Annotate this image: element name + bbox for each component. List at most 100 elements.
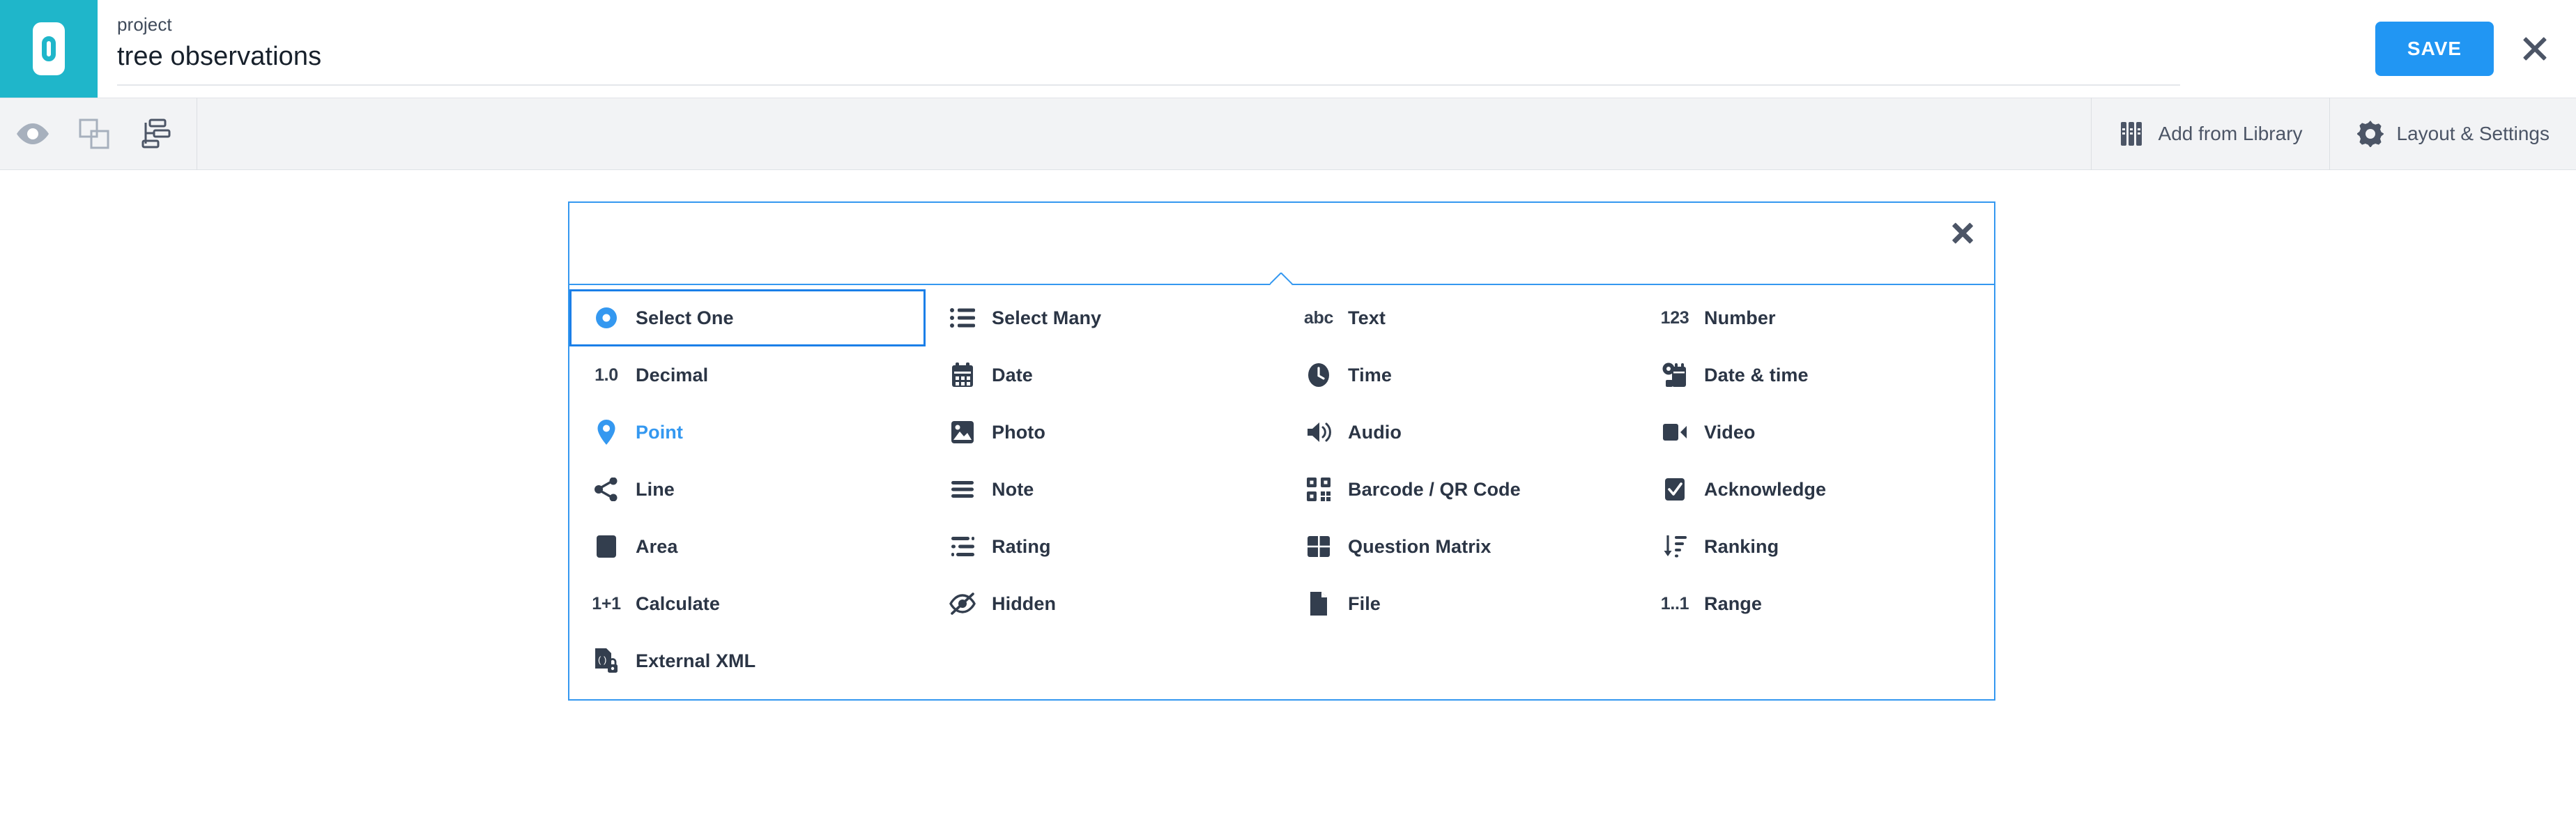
- qr-code-icon: [1305, 475, 1333, 503]
- question-type-option[interactable]: Date & time: [1638, 346, 1994, 404]
- question-type-label: Text: [1348, 307, 1386, 328]
- question-type-option[interactable]: Note: [926, 461, 1282, 518]
- question-type-option[interactable]: Question Matrix: [1282, 518, 1638, 575]
- question-type-label: Rating: [992, 535, 1051, 557]
- question-type-option[interactable]: Barcode / QR Code: [1282, 461, 1638, 518]
- question-type-option[interactable]: Rating: [926, 518, 1282, 575]
- checklist-icon: [949, 304, 976, 332]
- add-from-library-label: Add from Library: [2158, 123, 2303, 144]
- question-type-option[interactable]: 1+1 Calculate: [569, 575, 926, 632]
- mobile-device-icon-inner: [42, 36, 56, 61]
- panel-header: [568, 201, 1995, 285]
- layout-and-settings-label: Layout & Settings: [2396, 123, 2550, 144]
- question-type-option[interactable]: Select Many: [926, 289, 1282, 346]
- calculate-icon: 1+1: [592, 593, 621, 613]
- checkbox-check-icon: [1661, 475, 1689, 503]
- question-type-grid: Select One Select Many abc Text 123 Number 1.0…: [569, 289, 1994, 689]
- question-type-option[interactable]: Line: [569, 461, 926, 518]
- question-type-option[interactable]: Video: [1638, 404, 1994, 461]
- gear-icon: [2356, 120, 2384, 148]
- question-type-label: Ranking: [1704, 535, 1779, 557]
- question-type-option[interactable]: Select One: [569, 289, 926, 346]
- question-type-option[interactable]: Photo: [926, 404, 1282, 461]
- close-icon[interactable]: [2519, 33, 2551, 65]
- question-type-label: Hidden: [992, 593, 1057, 614]
- radio-button-icon: [592, 304, 620, 332]
- audio-speaker-icon: [1305, 418, 1333, 446]
- app-header: project tree observations SAVE: [0, 0, 2576, 98]
- flow-logic-icon[interactable]: [134, 112, 177, 155]
- question-type-option[interactable]: Audio: [1282, 404, 1638, 461]
- decimal-icon: 1.0: [595, 365, 618, 385]
- question-type-label: File: [1348, 593, 1381, 614]
- question-type-option[interactable]: 1.0 Decimal: [569, 346, 926, 404]
- toolbar-right-group: Add from Library Layout & Settings: [2090, 98, 2576, 170]
- note-lines-icon: [949, 475, 976, 503]
- question-type-option[interactable]: Ranking: [1638, 518, 1994, 575]
- preview-icon[interactable]: [11, 112, 54, 155]
- question-type-option[interactable]: Date: [926, 346, 1282, 404]
- question-type-label: Area: [636, 535, 678, 557]
- question-type-panel: Select One Select Many abc Text 123 Number 1.0…: [568, 201, 1995, 701]
- question-type-label: Select One: [636, 307, 734, 328]
- question-type-option[interactable]: 1..1 Range: [1638, 575, 1994, 632]
- question-type-option[interactable]: Hidden: [926, 575, 1282, 632]
- clock-icon: [1305, 361, 1333, 389]
- toolbar-left-group: [0, 98, 197, 170]
- date-time-icon: [1661, 361, 1689, 389]
- question-type-label: Date & time: [1704, 364, 1809, 385]
- calendar-icon: [949, 361, 976, 389]
- external-xml-icon: ( ): [592, 647, 620, 675]
- title-underline: [117, 84, 2180, 86]
- svg-text:( ): ( ): [598, 655, 606, 665]
- close-icon[interactable]: [1949, 220, 1976, 246]
- question-type-option[interactable]: 123 Number: [1638, 289, 1994, 346]
- question-type-label: Video: [1704, 421, 1756, 443]
- question-type-label: Point: [636, 421, 683, 443]
- question-type-option[interactable]: ( ) External XML: [569, 632, 926, 689]
- question-type-label: Decimal: [636, 364, 709, 385]
- mobile-device-icon: [33, 22, 65, 75]
- question-type-option[interactable]: File: [1282, 575, 1638, 632]
- question-type-option[interactable]: Area: [569, 518, 926, 575]
- question-type-option[interactable]: abc Text: [1282, 289, 1638, 346]
- question-type-label: Photo: [992, 421, 1045, 443]
- question-type-label: Range: [1704, 593, 1763, 614]
- duplicate-icon[interactable]: [72, 112, 116, 155]
- add-from-library-button[interactable]: Add from Library: [2090, 98, 2329, 170]
- layout-and-settings-button[interactable]: Layout & Settings: [2329, 98, 2576, 170]
- number-icon: 123: [1660, 307, 1689, 328]
- line-share-icon: [592, 475, 620, 503]
- question-type-label: Date: [992, 364, 1033, 385]
- editor-toolbar: Add from Library Layout & Settings: [0, 98, 2576, 170]
- question-type-label: Acknowledge: [1704, 478, 1827, 500]
- photo-icon: [949, 418, 976, 446]
- title-block: project tree observations: [98, 0, 2375, 98]
- panel-pointer-arrow: [1270, 273, 1294, 285]
- ranking-sort-icon: [1661, 533, 1689, 560]
- question-type-label: Select Many: [992, 307, 1102, 328]
- eye-slash-icon: [949, 590, 976, 618]
- question-type-label: Question Matrix: [1348, 535, 1492, 557]
- form-builder-screen: project tree observations SAVE Add from …: [0, 0, 2576, 817]
- map-pin-icon: [592, 418, 620, 446]
- project-title-input[interactable]: tree observations: [117, 40, 2375, 72]
- question-type-option[interactable]: Point: [569, 404, 926, 461]
- panel-body: Select One Select Many abc Text 123 Number 1.0…: [568, 285, 1995, 701]
- area-square-icon: [592, 533, 620, 560]
- project-kicker-label: project: [117, 14, 172, 35]
- question-type-label: Calculate: [636, 593, 720, 614]
- matrix-grid-icon: [1305, 533, 1333, 560]
- brand-tile[interactable]: [0, 0, 98, 98]
- question-type-label: Note: [992, 478, 1034, 500]
- question-type-option[interactable]: Acknowledge: [1638, 461, 1994, 518]
- header-actions: SAVE: [2375, 0, 2576, 98]
- question-type-label: Time: [1348, 364, 1392, 385]
- file-icon: [1305, 590, 1333, 618]
- question-type-label: Line: [636, 478, 675, 500]
- question-type-option[interactable]: Time: [1282, 346, 1638, 404]
- library-books-icon: [2118, 120, 2146, 148]
- question-type-label: Barcode / QR Code: [1348, 478, 1521, 500]
- save-button[interactable]: SAVE: [2375, 22, 2494, 76]
- question-type-label: External XML: [636, 650, 756, 671]
